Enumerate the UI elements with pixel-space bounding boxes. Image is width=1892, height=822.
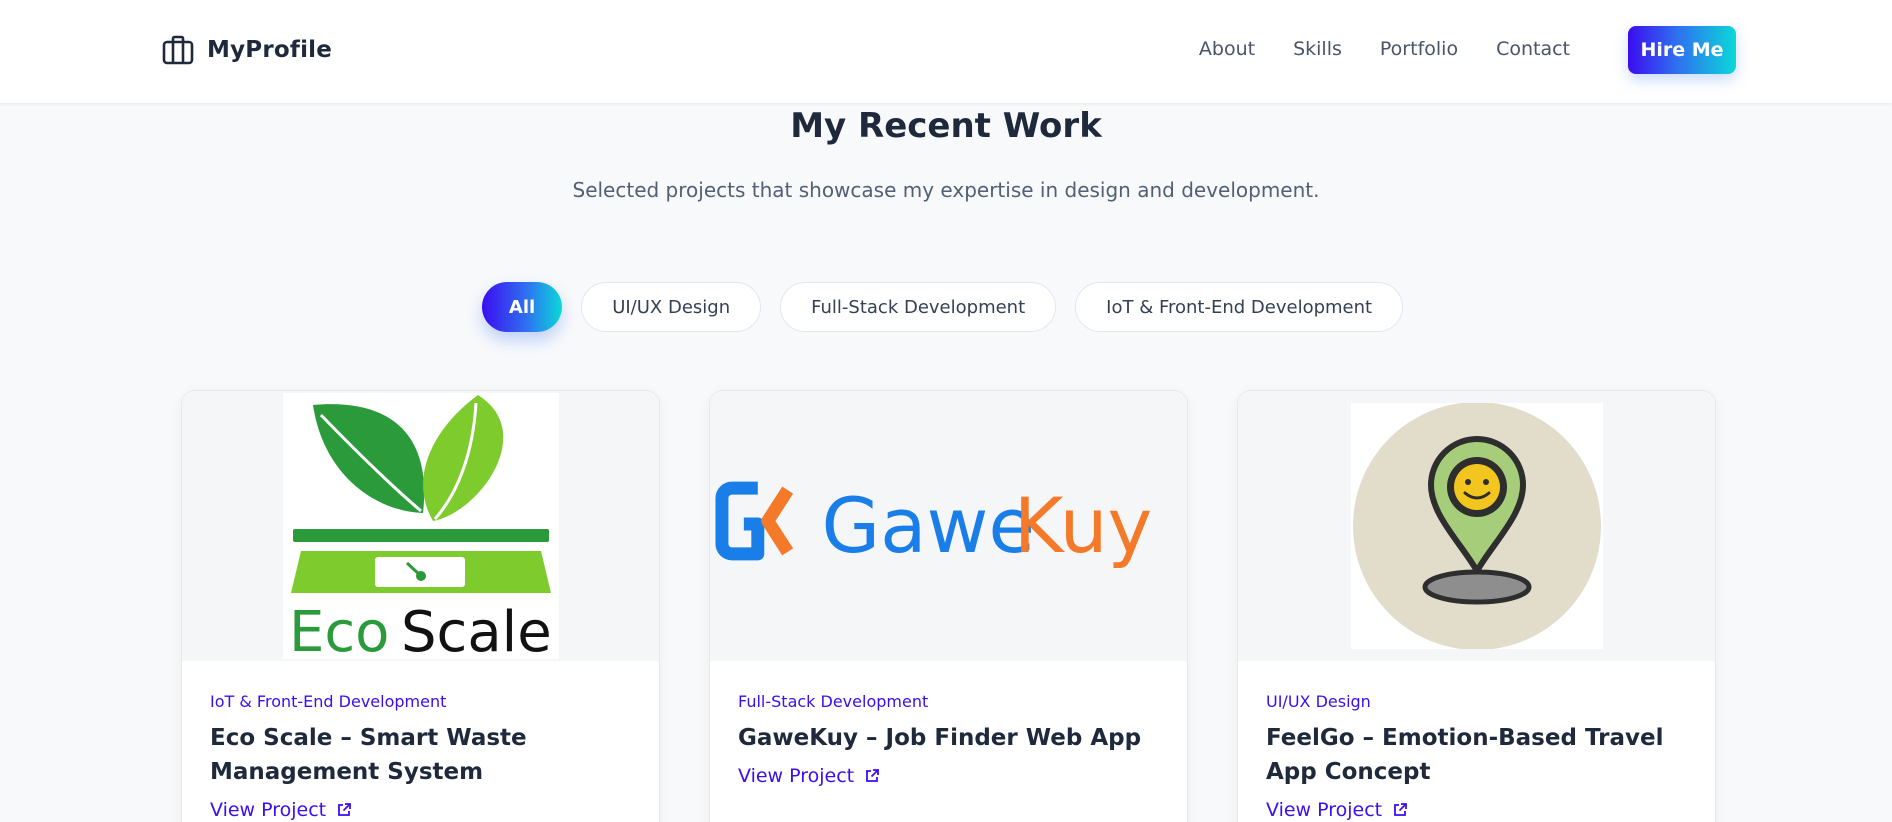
filter-all[interactable]: All (481, 282, 563, 332)
view-project-label: View Project (1266, 799, 1383, 821)
view-project-label: View Project (738, 765, 855, 787)
brand-name: MyProfile (207, 37, 333, 63)
project-card-feelgo: UI/UX Design FeelGo – Emotion-Based Trav… (1237, 390, 1716, 822)
project-title: FeelGo – Emotion-Based Travel App Concep… (1266, 725, 1664, 785)
external-link-icon (338, 803, 352, 816)
filter-ui-ux-design[interactable]: UI/UX Design (581, 282, 762, 332)
nav-about[interactable]: About (1199, 38, 1255, 60)
nav-portfolio[interactable]: Portfolio (1380, 38, 1458, 60)
view-project-link[interactable]: View Project (738, 765, 1159, 787)
logo-text-scale: Scale (401, 600, 552, 659)
project-category: Full-Stack Development (738, 692, 929, 711)
project-category: UI/UX Design (1266, 692, 1371, 711)
site-header: MyProfile About Skills Portfolio Contact… (0, 0, 1892, 103)
logo-text-eco: Eco (289, 600, 389, 659)
section-subtitle: Selected projects that showcase my exper… (572, 178, 1320, 202)
project-category: IoT & Front-End Development (210, 692, 447, 711)
filter-iot-front-end-development[interactable]: IoT & Front-End Development (1075, 282, 1404, 332)
project-card-eco-scale: Eco Scale IoT & Front-End Development Ec… (181, 390, 660, 822)
view-project-link[interactable]: View Project (1266, 799, 1687, 821)
portfolio-filters: All UI/UX Design Full-Stack Development … (0, 282, 1892, 332)
view-project-label: View Project (210, 799, 327, 821)
project-image: Eco Scale (182, 391, 659, 661)
project-image: Gawe Kuy (710, 391, 1187, 661)
external-link-icon (1394, 803, 1408, 816)
external-link-icon (866, 769, 880, 782)
view-project-link[interactable]: View Project (210, 799, 631, 821)
project-title: Eco Scale – Smart Waste Management Syste… (210, 725, 527, 785)
gawekuy-logo: Gawe Kuy (715, 481, 1153, 570)
project-card-gawekuy: Gawe Kuy Full-Stack Development GaweKuy … (709, 390, 1188, 822)
project-title: GaweKuy – Job Finder Web App (738, 725, 1142, 751)
project-image (1238, 391, 1715, 661)
feelgo-logo (1350, 403, 1603, 649)
nav-skills[interactable]: Skills (1293, 38, 1342, 60)
eco-scale-logo: Eco Scale (282, 393, 559, 659)
section-title: My Recent Work (790, 106, 1102, 146)
brand[interactable]: MyProfile (161, 33, 332, 67)
main-nav: About Skills Portfolio Contact (1161, 38, 1570, 60)
nav-contact[interactable]: Contact (1496, 38, 1570, 60)
hire-me-button[interactable]: Hire Me (1628, 26, 1736, 74)
briefcase-icon (161, 33, 195, 67)
logo-text-gawe: Gawe (822, 482, 1035, 570)
logo-text-kuy: Kuy (1014, 482, 1153, 570)
filter-full-stack-development[interactable]: Full-Stack Development (780, 282, 1057, 332)
